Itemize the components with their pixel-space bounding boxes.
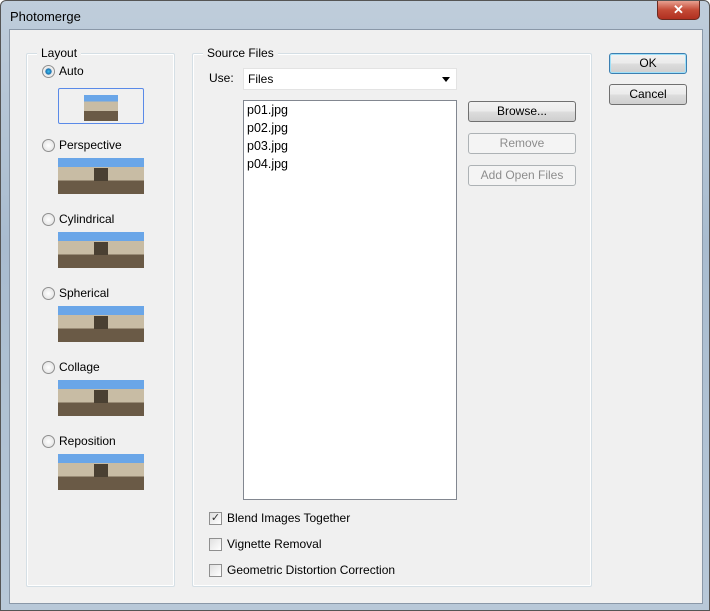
checkbox-label: Vignette Removal <box>227 537 322 551</box>
dialog-client: Layout Auto Perspective Cylindrical Spheric… <box>9 29 703 604</box>
remove-button[interactable]: Remove <box>468 133 576 154</box>
layout-collage-radio[interactable]: Collage <box>42 360 100 374</box>
layout-auto-radio[interactable]: Auto <box>42 64 84 78</box>
use-select[interactable]: Files <box>243 68 457 90</box>
list-item[interactable]: p03.jpg <box>244 137 456 155</box>
window-title: Photomerge <box>10 9 81 24</box>
perspective-layout-preview <box>58 158 144 194</box>
browse-button[interactable]: Browse... <box>468 101 576 122</box>
checkbox-label: Blend Images Together <box>227 511 351 525</box>
radio-button[interactable] <box>42 138 55 152</box>
layout-perspective-radio[interactable]: Perspective <box>42 138 122 152</box>
close-button[interactable]: ✕ <box>657 1 700 20</box>
collage-layout-preview <box>58 380 144 416</box>
blend-images-checkbox[interactable]: ✓ Blend Images Together <box>209 511 350 525</box>
use-label: Use: <box>209 71 234 85</box>
use-select-value: Files <box>248 72 274 86</box>
vignette-removal-checkbox[interactable]: Vignette Removal <box>209 537 322 551</box>
building-image <box>94 168 108 181</box>
checkbox[interactable] <box>209 563 222 577</box>
radio-button[interactable] <box>42 212 55 226</box>
radio-label: Spherical <box>59 286 110 300</box>
layout-reposition-radio[interactable]: Reposition <box>42 434 116 448</box>
geometric-distortion-checkbox[interactable]: Geometric Distortion Correction <box>209 563 395 577</box>
radio-label: Collage <box>59 360 100 374</box>
radio-label: Auto <box>59 64 84 78</box>
building-image <box>94 390 108 403</box>
ok-button[interactable]: OK <box>609 53 687 74</box>
radio-label: Cylindrical <box>59 212 115 226</box>
checkbox-label: Geometric Distortion Correction <box>227 563 396 577</box>
radio-button[interactable] <box>42 286 55 300</box>
radio-button[interactable] <box>42 64 55 78</box>
source-files-label: Source Files <box>203 46 278 60</box>
list-item[interactable]: p01.jpg <box>244 101 456 119</box>
building-image <box>94 316 108 329</box>
layout-spherical-radio[interactable]: Spherical <box>42 286 109 300</box>
radio-label: Perspective <box>59 138 122 152</box>
auto-layout-preview <box>58 88 144 124</box>
spherical-layout-preview <box>58 306 144 342</box>
radio-button[interactable] <box>42 434 55 448</box>
list-item[interactable]: p02.jpg <box>244 119 456 137</box>
checkbox-checked[interactable]: ✓ <box>209 511 222 525</box>
checkbox[interactable] <box>209 537 222 551</box>
building-image <box>94 464 108 477</box>
cylindrical-layout-preview <box>58 232 144 268</box>
add-open-files-button[interactable]: Add Open Files <box>468 165 576 186</box>
layout-label: Layout <box>37 46 82 60</box>
chevron-down-icon <box>442 77 450 82</box>
radio-label: Reposition <box>59 434 116 448</box>
cancel-button[interactable]: Cancel <box>609 84 687 105</box>
building-image <box>94 242 108 255</box>
file-list[interactable]: p01.jpg p02.jpg p03.jpg p04.jpg <box>243 100 457 500</box>
layout-cylindrical-radio[interactable]: Cylindrical <box>42 212 114 226</box>
radio-button[interactable] <box>42 360 55 374</box>
reposition-layout-preview <box>58 454 144 490</box>
photomerge-dialog: Photomerge ✕ Layout Auto Perspective Cylin… <box>0 0 710 611</box>
list-item[interactable]: p04.jpg <box>244 155 456 173</box>
